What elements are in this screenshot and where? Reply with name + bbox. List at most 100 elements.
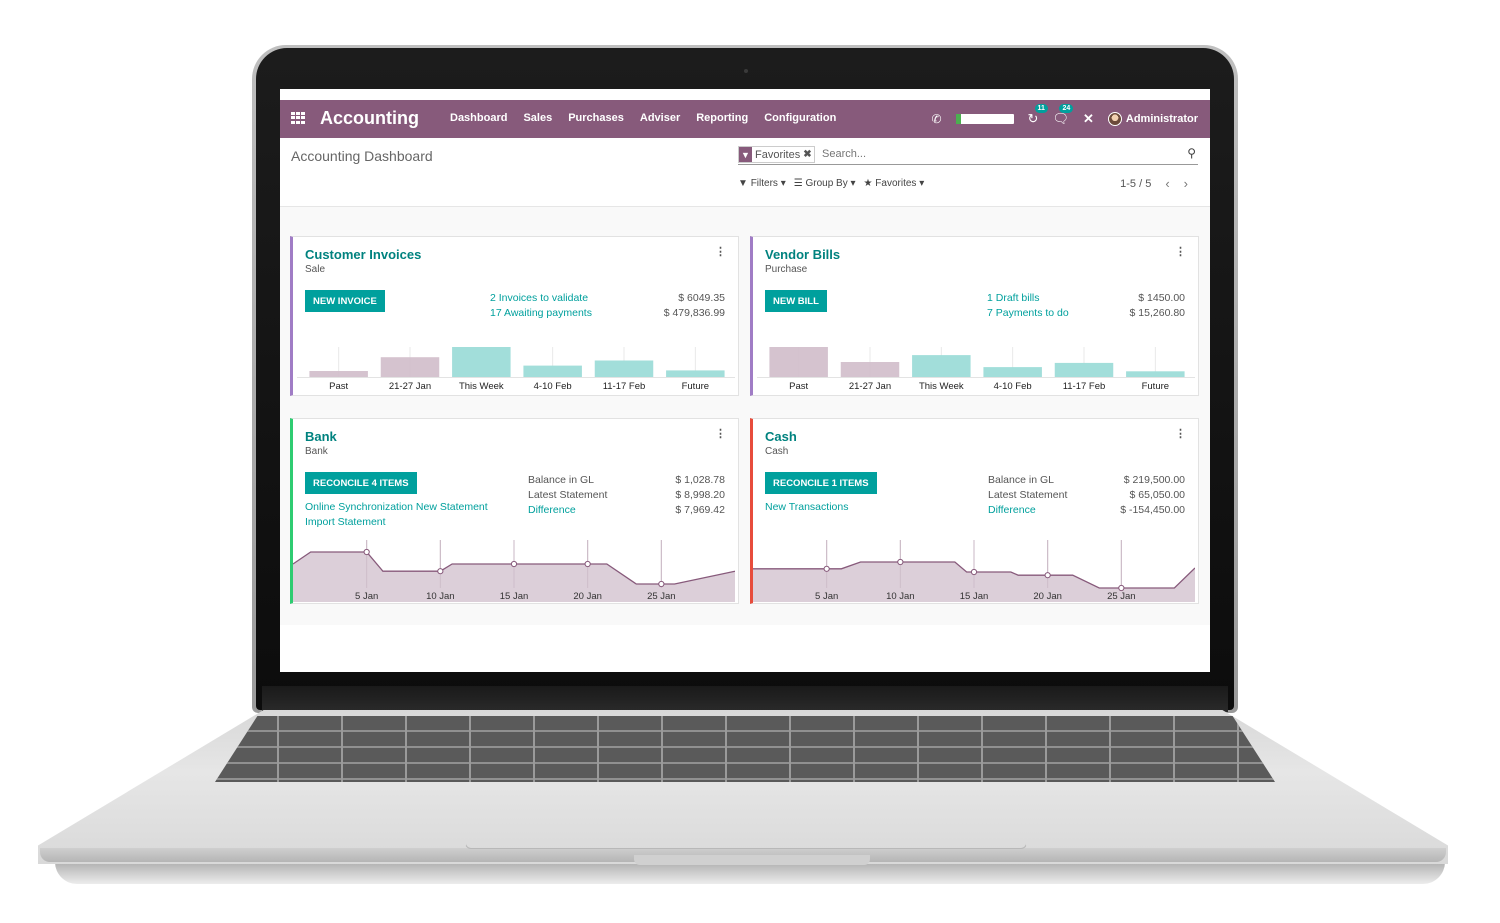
favorites-label: Favorites [875, 178, 917, 189]
menu-dashboard[interactable]: Dashboard [450, 112, 507, 124]
chart-bar [523, 365, 582, 377]
filters-dropdown[interactable]: ▼ Filters ▾ [738, 178, 786, 189]
chart-tick-label: 5 Jan [815, 591, 838, 602]
reconcile-button[interactable]: RECONCILE 1 ITEMS [765, 472, 877, 494]
card-subtitle: Purchase [765, 264, 808, 275]
chart-category-label: 21-27 Jan [389, 381, 431, 392]
chart-tick-label: 25 Jan [1107, 591, 1136, 602]
laptop-hinge [262, 686, 1228, 712]
pager-previous-icon[interactable]: ‹ [1165, 176, 1169, 191]
menu-reporting[interactable]: Reporting [696, 112, 748, 124]
payments-to-do-link[interactable]: 7 Payments to do [987, 306, 1069, 321]
new-bill-button[interactable]: NEW BILL [765, 290, 827, 312]
balance-values: $ 1,028.78 $ 8,998.20 $ 7,969.42 [675, 473, 725, 518]
pager-next-icon[interactable]: › [1184, 176, 1188, 191]
stat-value: $ 219,500.00 [1123, 474, 1185, 486]
chart-bar [840, 362, 900, 377]
facet-label: Favorites [755, 148, 801, 161]
pager: 1-5 / 5 ‹ › [1120, 176, 1188, 191]
reconcile-button[interactable]: RECONCILE 4 ITEMS [305, 472, 417, 494]
draft-bills-link[interactable]: 1 Draft bills [987, 291, 1069, 306]
chart-tick-label: 20 Jan [573, 591, 602, 602]
groupby-label: Group By [805, 178, 848, 189]
stat-links: 2 Invoices to validate 17 Awaiting payme… [490, 291, 592, 321]
balance-labels: Balance in GL Latest Statement Differenc… [988, 473, 1067, 518]
kebab-menu-icon[interactable]: ⋮ [715, 245, 726, 258]
avatar [1107, 112, 1122, 126]
chart-point [658, 580, 665, 588]
top-navbar: Accounting Dashboard Sales Purchases Adv… [280, 100, 1210, 138]
new-invoice-button[interactable]: NEW INVOICE [305, 290, 385, 312]
bar-chart-customer-invoices: Past 21-27 Jan This Week 4-10 Feb 11-17 Feb F… [297, 347, 735, 392]
remove-facet-icon[interactable]: ✖ [803, 149, 813, 160]
card-subtitle: Cash [765, 446, 789, 457]
chart-category-label: Future [682, 381, 709, 392]
systray: ✆ ↻ 11 🗨 24 ✕ Administrator [931, 100, 1198, 138]
kebab-menu-icon[interactable]: ⋮ [715, 427, 726, 440]
screen: Accounting Dashboard Sales Purchases Adv… [280, 89, 1210, 672]
user-menu[interactable]: Administrator [1107, 112, 1198, 126]
chart-point [437, 568, 444, 575]
filter-icon: ▼ [739, 147, 752, 162]
chart-category-label: This Week [919, 381, 964, 392]
search-icon[interactable]: ⚲ [1187, 146, 1196, 160]
chart-tick-label: 10 Jan [886, 591, 915, 602]
difference-link[interactable]: Difference [528, 503, 607, 518]
journal-card-cash: Cash Cash ⋮ RECONCILE 1 ITEMS New Transa… [750, 418, 1199, 604]
search-input[interactable] [820, 147, 1164, 161]
kebab-menu-icon[interactable]: ⋮ [1175, 245, 1186, 258]
menu-purchases[interactable]: Purchases [568, 112, 624, 124]
chart-bar [983, 367, 1042, 377]
balance-labels: Balance in GL Latest Statement Differenc… [528, 473, 607, 518]
messages-button[interactable]: 🗨 24 [1052, 104, 1074, 127]
apps-grid-icon[interactable] [291, 112, 305, 124]
journal-card-vendor-bills: Vendor Bills Purchase ⋮ NEW BILL 1 Draft… [750, 236, 1199, 396]
stat-value: $ 1,028.78 [675, 474, 725, 486]
menu-sales[interactable]: Sales [523, 112, 552, 124]
card-subtitle: Sale [305, 264, 326, 275]
latest-statement-label: Latest Statement [988, 489, 1068, 501]
stat-value: $ 65,050.00 [1129, 489, 1185, 501]
chart-category-label: Future [1142, 381, 1169, 392]
camera-icon [744, 69, 748, 73]
stat-value: $ 1450.00 [1138, 292, 1185, 304]
import-statement-link[interactable]: Import Statement [305, 515, 488, 530]
kebab-menu-icon[interactable]: ⋮ [1175, 427, 1186, 440]
card-title[interactable]: Vendor Bills [765, 247, 840, 262]
filters-label: Filters [750, 178, 778, 189]
tools-icon[interactable]: ✕ [1083, 111, 1094, 127]
online-sync-link[interactable]: Online Synchronization New Statement [305, 500, 488, 515]
phone-icon[interactable]: ✆ [931, 112, 941, 126]
chart-bar [912, 355, 971, 377]
pager-value[interactable]: 1-5 / 5 [1120, 178, 1151, 190]
chart-point [1118, 584, 1125, 592]
transaction-links: New Transactions [765, 500, 848, 515]
difference-link[interactable]: Difference [988, 503, 1067, 518]
chart-point [897, 558, 904, 566]
chart-category-label: 4-10 Feb [534, 381, 572, 392]
new-transactions-link[interactable]: New Transactions [765, 500, 848, 515]
chart-point [584, 560, 591, 568]
menu-configuration[interactable]: Configuration [764, 112, 836, 124]
chart-bar [1126, 371, 1185, 377]
journal-card-customer-invoices: Customer Invoices Sale ⋮ NEW INVOICE 2 I… [290, 236, 739, 396]
favorites-dropdown[interactable]: ★ Favorites ▾ [864, 178, 925, 189]
awaiting-payments-link[interactable]: 17 Awaiting payments [490, 306, 592, 321]
chart-tick-label: 15 Jan [960, 591, 989, 602]
chart-category-label: 11-17 Feb [603, 381, 646, 392]
invoices-to-validate-link[interactable]: 2 Invoices to validate [490, 291, 592, 306]
bar-chart-vendor-bills: Past 21-27 Jan This Week 4-10 Feb 11-17 Feb F… [757, 347, 1195, 392]
card-title[interactable]: Bank [305, 429, 337, 444]
activity-button[interactable]: ↻ 11 [1028, 104, 1048, 127]
laptop-notch [634, 855, 870, 865]
user-name: Administrator [1125, 113, 1198, 125]
menu-adviser[interactable]: Adviser [640, 112, 680, 124]
card-title[interactable]: Customer Invoices [305, 247, 421, 262]
chart-bar [380, 357, 440, 377]
groupby-dropdown[interactable]: ☰ Group By ▾ [794, 178, 856, 189]
search-bar: ▼ Favorites ✖ ⚲ [738, 146, 1198, 165]
chart-bar [769, 347, 828, 377]
laptop-shadow [55, 862, 1445, 884]
card-title[interactable]: Cash [765, 429, 797, 444]
keyboard-keys [215, 716, 1275, 782]
